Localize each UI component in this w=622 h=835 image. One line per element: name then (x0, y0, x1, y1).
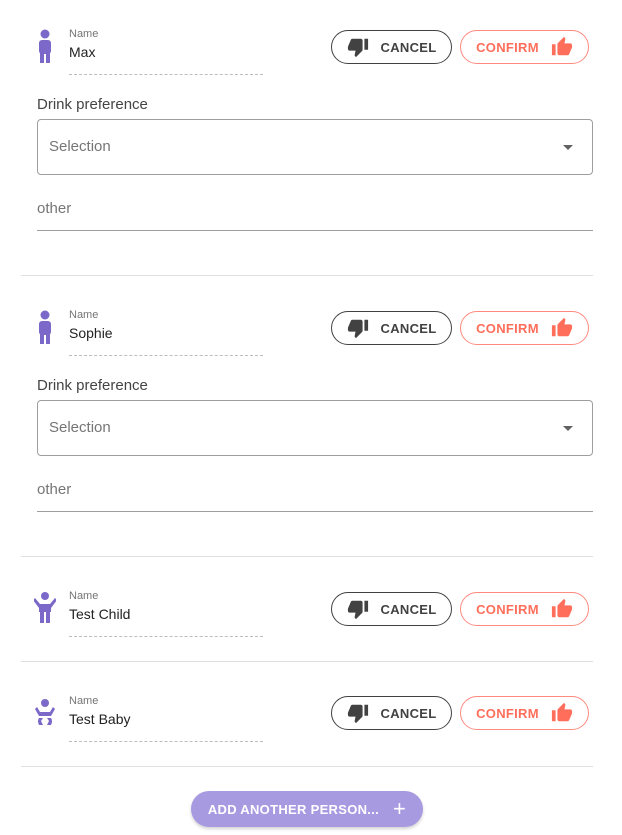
drink-preference-select[interactable]: Selection (37, 400, 593, 456)
name-value: Sophie (69, 325, 113, 341)
other-placeholder: other (37, 200, 72, 217)
other-input[interactable]: other (37, 471, 593, 512)
other-input[interactable]: other (37, 190, 593, 231)
section-divider (21, 556, 593, 557)
thumbs-up-icon (551, 36, 573, 58)
select-placeholder: Selection (49, 138, 111, 155)
plus-icon: + (393, 796, 407, 821)
adult-person-icon (34, 28, 56, 64)
thumbs-down-icon (347, 598, 369, 620)
section-divider (21, 275, 593, 276)
select-placeholder: Selection (49, 419, 111, 436)
confirm-button[interactable]: CONFIRM (460, 311, 589, 345)
name-field[interactable]: Name Test Child (69, 590, 263, 637)
name-label: Name (69, 590, 99, 602)
name-value: Test Baby (69, 711, 131, 727)
name-field[interactable]: Name Test Baby (69, 695, 263, 742)
add-another-person-button[interactable]: ADD ANOTHER PERSON... + (191, 791, 423, 827)
name-label: Name (69, 28, 99, 40)
drink-preference-label: Drink preference (37, 96, 148, 113)
thumbs-down-icon (347, 317, 369, 339)
baby-person-icon (34, 697, 56, 733)
dropdown-arrow-icon (563, 426, 573, 431)
confirm-label: CONFIRM (476, 39, 539, 55)
other-placeholder: other (37, 481, 72, 498)
cancel-label: CANCEL (380, 601, 437, 617)
cancel-label: CANCEL (380, 705, 437, 721)
confirm-button[interactable]: CONFIRM (460, 696, 589, 730)
thumbs-down-icon (347, 702, 369, 724)
thumbs-down-icon (347, 36, 369, 58)
cancel-label: CANCEL (380, 39, 437, 55)
confirm-label: CONFIRM (476, 601, 539, 617)
name-label: Name (69, 309, 99, 321)
thumbs-up-icon (551, 702, 573, 724)
confirm-button[interactable]: CONFIRM (460, 30, 589, 64)
child-person-icon (33, 590, 57, 626)
name-field[interactable]: Name Sophie (69, 309, 263, 356)
drink-preference-label: Drink preference (37, 377, 148, 394)
confirm-label: CONFIRM (476, 320, 539, 336)
cancel-button[interactable]: CANCEL (331, 696, 452, 730)
confirm-button[interactable]: CONFIRM (460, 592, 589, 626)
cancel-button[interactable]: CANCEL (331, 30, 452, 64)
name-value: Test Child (69, 606, 131, 622)
drink-preference-select[interactable]: Selection (37, 119, 593, 175)
name-field[interactable]: Name Max (69, 28, 263, 75)
name-label: Name (69, 695, 99, 707)
cancel-button[interactable]: CANCEL (331, 592, 452, 626)
section-divider (21, 661, 593, 662)
add-another-person-label: ADD ANOTHER PERSON... (207, 801, 380, 817)
confirm-label: CONFIRM (476, 705, 539, 721)
thumbs-up-icon (551, 317, 573, 339)
name-value: Max (69, 44, 96, 60)
thumbs-up-icon (551, 598, 573, 620)
cancel-button[interactable]: CANCEL (331, 311, 452, 345)
cancel-label: CANCEL (380, 320, 437, 336)
dropdown-arrow-icon (563, 145, 573, 150)
section-divider (21, 766, 593, 767)
adult-person-icon (34, 309, 56, 345)
